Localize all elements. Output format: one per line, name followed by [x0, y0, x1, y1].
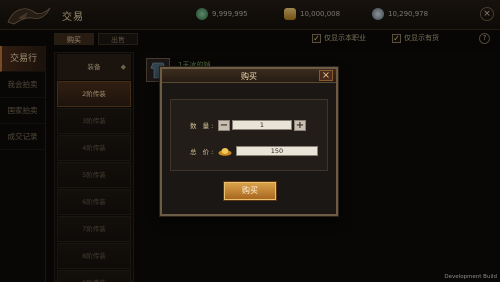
total-price-field: 150 [236, 146, 318, 156]
dialog-header: 购买 × [162, 69, 336, 83]
price-label: 总 价: [190, 148, 216, 156]
dialog-title: 购买 [241, 72, 257, 81]
buy-dialog: 购买 × 数 量: − 1 + 总 价: 150 购买 [160, 67, 338, 216]
plus-button[interactable]: + [294, 119, 306, 131]
dialog-body [170, 99, 328, 171]
quantity-input[interactable]: 1 [232, 120, 292, 130]
quantity-row: 数 量: − 1 + [190, 119, 306, 131]
quantity-label: 数 量: [190, 122, 216, 130]
dialog-close-button[interactable]: × [319, 70, 333, 81]
confirm-buy-button[interactable]: 购买 [224, 182, 276, 200]
minus-button[interactable]: − [218, 119, 230, 131]
price-row: 总 价: 150 [190, 145, 318, 157]
gold-ingot-icon [218, 148, 232, 156]
